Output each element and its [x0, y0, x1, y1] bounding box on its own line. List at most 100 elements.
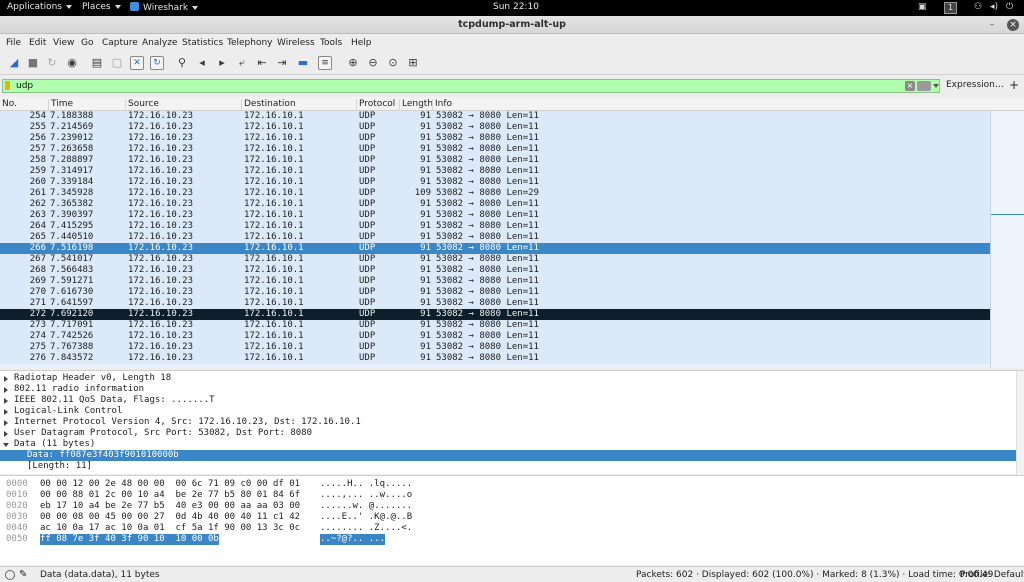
- go-to-packet-icon[interactable]: ⤶: [234, 55, 250, 71]
- bytes-row[interactable]: 0000 00 00 12 00 2e 48 00 00 00 6c 71 09 …: [0, 479, 1024, 490]
- bytes-row[interactable]: 0020 eb 17 10 a4 be 2e 77 b5 40 e3 00 00 …: [0, 501, 1024, 512]
- edit-comment-icon[interactable]: ✎: [19, 569, 27, 580]
- menu-edit[interactable]: Edit: [29, 38, 46, 48]
- table-row[interactable]: 267 7.541017 172.16.10.23 172.16.10.1 UDP 91 5…: [0, 254, 990, 265]
- clock[interactable]: Sun 22:10: [493, 2, 539, 12]
- menu-statistics[interactable]: Statistics: [182, 38, 223, 48]
- details-scrollbar[interactable]: [1016, 371, 1024, 475]
- column-length[interactable]: Length: [399, 99, 433, 111]
- table-row[interactable]: 259 7.314917 172.16.10.23 172.16.10.1 UDP 91 5…: [0, 166, 990, 177]
- column-time[interactable]: Time: [48, 99, 73, 111]
- menu-go[interactable]: Go: [81, 38, 93, 48]
- table-row[interactable]: 273 7.717091 172.16.10.23 172.16.10.1 UDP 91 5…: [0, 320, 990, 331]
- chevron-right-icon[interactable]: [4, 398, 8, 404]
- column-protocol[interactable]: Protocol: [356, 99, 395, 111]
- menu-help[interactable]: Help: [351, 38, 372, 48]
- table-row[interactable]: 260 7.339184 172.16.10.23 172.16.10.1 UDP 91 5…: [0, 177, 990, 188]
- chevron-right-icon[interactable]: [4, 409, 8, 415]
- save-file-icon[interactable]: ▢: [109, 55, 125, 71]
- table-row[interactable]: 258 7.288897 172.16.10.23 172.16.10.1 UDP 91 5…: [0, 155, 990, 166]
- detail-row[interactable]: Radiotap Header v0, Length 18: [0, 373, 1016, 384]
- table-row[interactable]: 262 7.365382 172.16.10.23 172.16.10.1 UDP 91 5…: [0, 199, 990, 210]
- bytes-row[interactable]: 0050 ff 08 7e 3f 40 3f 90 10 10 00 0b ..~?…: [0, 534, 1024, 545]
- reload-file-icon[interactable]: ↻: [150, 56, 164, 70]
- auto-scroll-icon[interactable]: ▬: [295, 55, 311, 71]
- detail-row[interactable]: IEEE 802.11 QoS Data, Flags: .......T: [0, 395, 1016, 406]
- table-row[interactable]: 266 7.516198 172.16.10.23 172.16.10.1 UDP 91 5…: [0, 243, 990, 254]
- table-row[interactable]: 276 7.843572 172.16.10.23 172.16.10.1 UDP 91 5…: [0, 353, 990, 364]
- capture-options-icon[interactable]: ◉: [64, 55, 80, 71]
- zoom-in-icon[interactable]: ⊕: [345, 55, 361, 71]
- table-row[interactable]: 268 7.566483 172.16.10.23 172.16.10.1 UDP 91 5…: [0, 265, 990, 276]
- open-file-icon[interactable]: ▤: [89, 55, 105, 71]
- table-row[interactable]: 270 7.616730 172.16.10.23 172.16.10.1 UDP 91 5…: [0, 287, 990, 298]
- table-row[interactable]: 269 7.591271 172.16.10.23 172.16.10.1 UDP 91 5…: [0, 276, 990, 287]
- bytes-row[interactable]: 0010 00 00 88 01 2c 00 10 a4 be 2e 77 b5 …: [0, 490, 1024, 501]
- packet-list-scrollbar[interactable]: [990, 111, 1024, 368]
- column-no[interactable]: No.: [0, 99, 17, 111]
- resize-columns-icon[interactable]: ⊞: [405, 55, 421, 71]
- go-back-icon[interactable]: ◂: [194, 55, 210, 71]
- stop-capture-icon[interactable]: ■: [25, 55, 41, 71]
- chevron-right-icon[interactable]: [4, 387, 8, 393]
- chevron-right-icon[interactable]: [4, 420, 8, 426]
- last-packet-icon[interactable]: ⇥: [274, 55, 290, 71]
- detail-row[interactable]: [Length: 11]: [0, 461, 1016, 472]
- expression-button[interactable]: Expression…: [946, 80, 1004, 90]
- chevron-down-icon[interactable]: [3, 443, 9, 447]
- table-row[interactable]: 272 7.692120 172.16.10.23 172.16.10.1 UDP 91 5…: [0, 309, 990, 320]
- table-row[interactable]: 274 7.742526 172.16.10.23 172.16.10.1 UDP 91 5…: [0, 331, 990, 342]
- table-row[interactable]: 261 7.345928 172.16.10.23 172.16.10.1 UDP 109…: [0, 188, 990, 199]
- applications-menu[interactable]: Applications: [7, 2, 72, 12]
- go-forward-icon[interactable]: ▸: [214, 55, 230, 71]
- menu-file[interactable]: File: [6, 38, 21, 48]
- column-destination[interactable]: Destination: [241, 99, 296, 111]
- status-profile[interactable]: Profile: Default: [960, 570, 1024, 580]
- workspace-indicator[interactable]: 1: [944, 2, 957, 14]
- chevron-down-icon[interactable]: [933, 84, 939, 88]
- detail-row[interactable]: Data (11 bytes): [0, 439, 1016, 450]
- volume-icon[interactable]: ◂): [990, 2, 998, 12]
- network-icon[interactable]: ⚇: [974, 2, 982, 12]
- zoom-out-icon[interactable]: ⊖: [365, 55, 381, 71]
- menu-view[interactable]: View: [53, 38, 74, 48]
- power-icon[interactable]: ⏻: [1006, 2, 1013, 12]
- menu-tools[interactable]: Tools: [320, 38, 342, 48]
- clear-filter-icon[interactable]: ×: [905, 81, 915, 91]
- close-button[interactable]: ×: [1007, 19, 1019, 31]
- column-info[interactable]: Info: [432, 99, 452, 111]
- column-source[interactable]: Source: [125, 99, 159, 111]
- table-row[interactable]: 263 7.390397 172.16.10.23 172.16.10.1 UDP 91 5…: [0, 210, 990, 221]
- restart-capture-icon[interactable]: ↻: [44, 55, 60, 71]
- table-row[interactable]: 254 7.188388 172.16.10.23 172.16.10.1 UDP 91 5…: [0, 111, 990, 122]
- first-packet-icon[interactable]: ⇤: [254, 55, 270, 71]
- menu-telephony[interactable]: Telephony: [227, 38, 273, 48]
- find-packet-icon[interactable]: ⚲: [174, 55, 190, 71]
- bookmark-icon[interactable]: [5, 81, 10, 90]
- places-menu[interactable]: Places: [82, 2, 121, 12]
- menu-capture[interactable]: Capture: [102, 38, 138, 48]
- colorize-icon[interactable]: ≡: [318, 56, 332, 70]
- expert-info-icon[interactable]: [5, 570, 15, 580]
- detail-row[interactable]: Internet Protocol Version 4, Src: 172.16…: [0, 417, 1016, 428]
- add-filter-button[interactable]: +: [1009, 78, 1019, 92]
- detail-row[interactable]: 802.11 radio information: [0, 384, 1016, 395]
- table-row[interactable]: 256 7.239012 172.16.10.23 172.16.10.1 UDP 91 5…: [0, 133, 990, 144]
- table-row[interactable]: 265 7.440510 172.16.10.23 172.16.10.1 UDP 91 5…: [0, 232, 990, 243]
- menu-wireless[interactable]: Wireless: [277, 38, 315, 48]
- chevron-right-icon[interactable]: [4, 431, 8, 437]
- table-row[interactable]: 257 7.263658 172.16.10.23 172.16.10.1 UDP 91 5…: [0, 144, 990, 155]
- detail-row[interactable]: Logical-Link Control: [0, 406, 1016, 417]
- table-row[interactable]: 275 7.767388 172.16.10.23 172.16.10.1 UDP 91 5…: [0, 342, 990, 353]
- minimize-button[interactable]: –: [986, 19, 998, 31]
- detail-row[interactable]: Data: ff087e3f403f901010000b: [0, 450, 1016, 461]
- close-file-icon[interactable]: ✕: [130, 56, 144, 70]
- display-filter-input[interactable]: [2, 79, 940, 93]
- detail-row[interactable]: User Datagram Protocol, Src Port: 53082,…: [0, 428, 1016, 439]
- bytes-row[interactable]: 0040 ac 10 0a 17 ac 10 0a 01 cf 5a 1f 90 …: [0, 523, 1024, 534]
- normal-size-icon[interactable]: ⊙: [385, 55, 401, 71]
- table-row[interactable]: 255 7.214569 172.16.10.23 172.16.10.1 UDP 91 5…: [0, 122, 990, 133]
- shark-fin-start-icon[interactable]: ◢: [6, 55, 22, 71]
- apply-filter-icon[interactable]: [917, 81, 931, 91]
- bytes-row[interactable]: 0030 00 00 08 00 45 00 00 27 0d 4b 40 00 …: [0, 512, 1024, 523]
